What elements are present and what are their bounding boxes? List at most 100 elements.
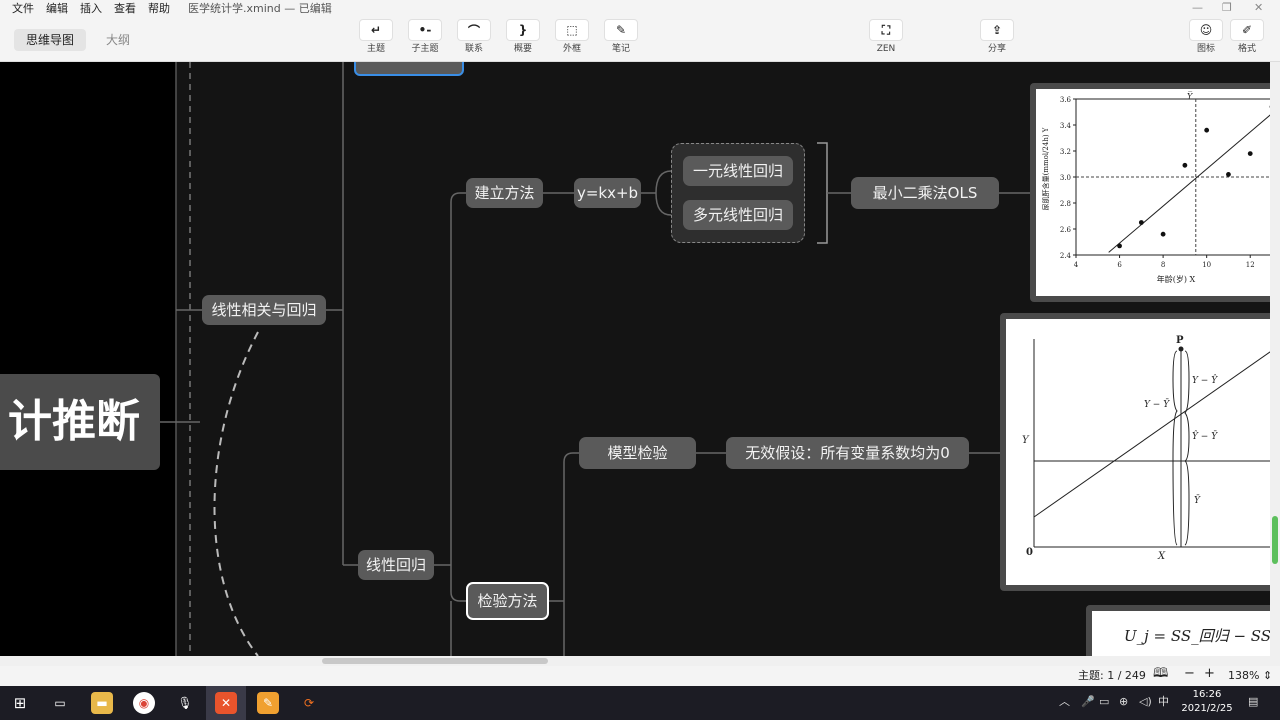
scatter-point: [1182, 162, 1188, 168]
zoom-out-button[interactable]: −: [1184, 667, 1195, 681]
diagram-point-p: [1178, 346, 1184, 352]
diagram-label-y-yhat: Y − Ŷ: [1192, 374, 1218, 386]
menu-insert[interactable]: 插入: [74, 2, 108, 16]
tab-outline[interactable]: 大纲: [94, 29, 142, 51]
capture-app-icon[interactable]: ⟳: [298, 692, 320, 714]
boundary-label: 外框: [562, 44, 581, 54]
brush-icon: ✐: [1230, 19, 1264, 41]
topic-null-hypothesis[interactable]: 无效假设：所有变量系数均为0: [726, 437, 969, 469]
selected-partial-topic[interactable]: [354, 62, 464, 76]
task-view-icon[interactable]: ▭: [49, 692, 71, 714]
zoom-level[interactable]: 138%: [1228, 669, 1259, 683]
network-icon[interactable]: ⊕: [1119, 695, 1128, 709]
menu-help[interactable]: 帮助: [142, 2, 176, 16]
scatter-y-tick-label: 2.4: [1060, 252, 1072, 260]
zoom-stepper-icon[interactable]: ⇕: [1263, 669, 1272, 683]
topic-formula[interactable]: y=kx+b: [574, 178, 641, 208]
scatter-x-tick-label: 6: [1117, 261, 1122, 269]
scatter-y-tick-label: 3.0: [1060, 174, 1071, 182]
topic-icon: ↵: [359, 19, 393, 41]
zen-button[interactable]: ⛶ ZEN: [862, 19, 910, 54]
topic-linear-regression[interactable]: 线性回归: [358, 550, 434, 580]
horizontal-scrollbar[interactable]: [0, 656, 1280, 666]
topic-model-test[interactable]: 模型检验: [579, 437, 696, 469]
menu-view[interactable]: 查看: [108, 2, 142, 16]
boundary-button[interactable]: ⬚ 外框: [548, 19, 596, 54]
relation-label: 联系: [464, 44, 483, 54]
vertical-scrollbar[interactable]: [1270, 62, 1280, 656]
formula-text: U_j = SS_回归 − SS_回归(−: [1124, 627, 1274, 645]
scatter-y-axis-label: 尿肌酐含量(mmol/24h) Y: [1041, 127, 1050, 210]
boundary-icon: ⬚: [555, 19, 589, 41]
decomposition-image: P Y − Ŷ Y − Ȳ Ŷ − Ȳ Ȳ Y X 0: [1006, 319, 1274, 585]
scatter-y-tick-label: 2.8: [1060, 200, 1071, 208]
scatter-x-tick-label: 4: [1074, 261, 1079, 269]
notes-app-icon[interactable]: ✎: [257, 692, 279, 714]
tab-mindmap[interactable]: 思维导图: [14, 29, 87, 51]
battery-icon[interactable]: ▭: [1099, 695, 1109, 709]
volume-icon[interactable]: ◁): [1139, 695, 1152, 709]
tray-expand-icon[interactable]: ︿: [1059, 695, 1070, 709]
diagram-label-origin: 0: [1026, 547, 1033, 558]
topic-test-method[interactable]: 检验方法: [466, 582, 549, 620]
system-clock[interactable]: 16:26 2021/2/25: [1176, 688, 1238, 716]
root-topic[interactable]: 计推断: [0, 374, 160, 470]
scatter-point: [1138, 220, 1144, 225]
menu-file[interactable]: 文件: [6, 2, 40, 16]
restore-icon[interactable]: ❐: [1222, 1, 1232, 15]
format-panel-label: 格式: [1237, 44, 1256, 54]
relation-button[interactable]: ⌒ 联系: [450, 19, 498, 54]
note-label: 笔记: [611, 44, 630, 54]
topic-build-method[interactable]: 建立方法: [466, 178, 543, 208]
clock-time: 16:26: [1192, 689, 1222, 700]
zoom-in-button[interactable]: +: [1204, 667, 1215, 681]
subtopic-button[interactable]: •- 子主题: [401, 19, 449, 54]
fullscreen-icon: ⛶: [869, 19, 903, 41]
format-panel-button[interactable]: ✐ 格式: [1223, 19, 1271, 54]
notification-icon[interactable]: ▤: [1248, 695, 1258, 709]
chrome-icon[interactable]: ◉: [133, 692, 155, 714]
share-button[interactable]: ⇪ 分享: [973, 19, 1021, 54]
minimize-icon[interactable]: —: [1192, 1, 1203, 15]
vertical-scroll-thumb[interactable]: [1272, 516, 1278, 564]
close-icon[interactable]: ✕: [1254, 1, 1263, 15]
scatter-x-tick-label: 8: [1161, 261, 1165, 269]
windows-start-icon[interactable]: ⊞: [9, 692, 31, 714]
topic-multiple-regression[interactable]: 多元线性回归: [683, 200, 793, 230]
clock-date: 2021/2/25: [1181, 703, 1233, 714]
xmind-icon[interactable]: ✕: [215, 692, 237, 714]
smiley-icon: ☺: [1189, 19, 1223, 41]
diagram-label-yhat-ybar: Ŷ − Ȳ: [1192, 430, 1218, 442]
view-tabs: 思维导图 大纲: [14, 29, 142, 51]
scatter-y-tick-label: 3.6: [1060, 96, 1072, 104]
horizontal-scroll-thumb[interactable]: [322, 658, 548, 664]
summary-button[interactable]: } 概要: [499, 19, 547, 54]
mindmap-canvas[interactable]: 计推断 线性相关与回归 线性回归 建立方法 y=kx+b 一元线性回归 多元线性…: [0, 62, 1280, 656]
microphone-icon[interactable]: 🎤: [1081, 695, 1095, 709]
formula-image: U_j = SS_回归 − SS_回归(−: [1092, 611, 1274, 656]
menu-edit[interactable]: 编辑: [40, 2, 74, 16]
scatter-image-card[interactable]: 尿肌酐含量(mmol/24h) Y 年龄(岁) X Y̅ 2.4 2.6 2.8 3.…: [1030, 83, 1280, 302]
topic-label: 主题: [366, 44, 385, 54]
topic-simple-regression[interactable]: 一元线性回归: [683, 156, 793, 186]
scatter-x-tick-label: 12: [1246, 261, 1255, 269]
decomposition-image-card[interactable]: P Y − Ŷ Y − Ȳ Ŷ − Ȳ Ȳ Y X 0: [1000, 313, 1280, 591]
scatter-point: [1247, 151, 1253, 156]
topic-button[interactable]: ↵ 主题: [352, 19, 400, 54]
file-explorer-icon[interactable]: ▬: [91, 692, 113, 714]
map-icon[interactable]: 🕮: [1153, 667, 1168, 681]
topic-ols[interactable]: 最小二乘法OLS: [851, 177, 999, 209]
diagram-label-y-axis: Y: [1022, 435, 1030, 446]
recorder-icon[interactable]: 🎙: [174, 692, 196, 714]
scatter-fit-line: [1108, 111, 1274, 253]
zen-label: ZEN: [876, 44, 896, 54]
diagram-left-brace: [1172, 350, 1178, 546]
topic-linear-correlation[interactable]: 线性相关与回归: [202, 295, 326, 325]
relation-icon: ⌒: [457, 19, 491, 41]
scatter-point: [1160, 231, 1166, 237]
formula-image-card[interactable]: U_j = SS_回归 − SS_回归(−: [1086, 605, 1280, 656]
summary-label: 概要: [513, 44, 532, 54]
note-button[interactable]: ✎ 笔记: [597, 19, 645, 54]
ime-indicator[interactable]: 中: [1158, 695, 1169, 709]
diagram-label-p: P: [1176, 335, 1184, 346]
